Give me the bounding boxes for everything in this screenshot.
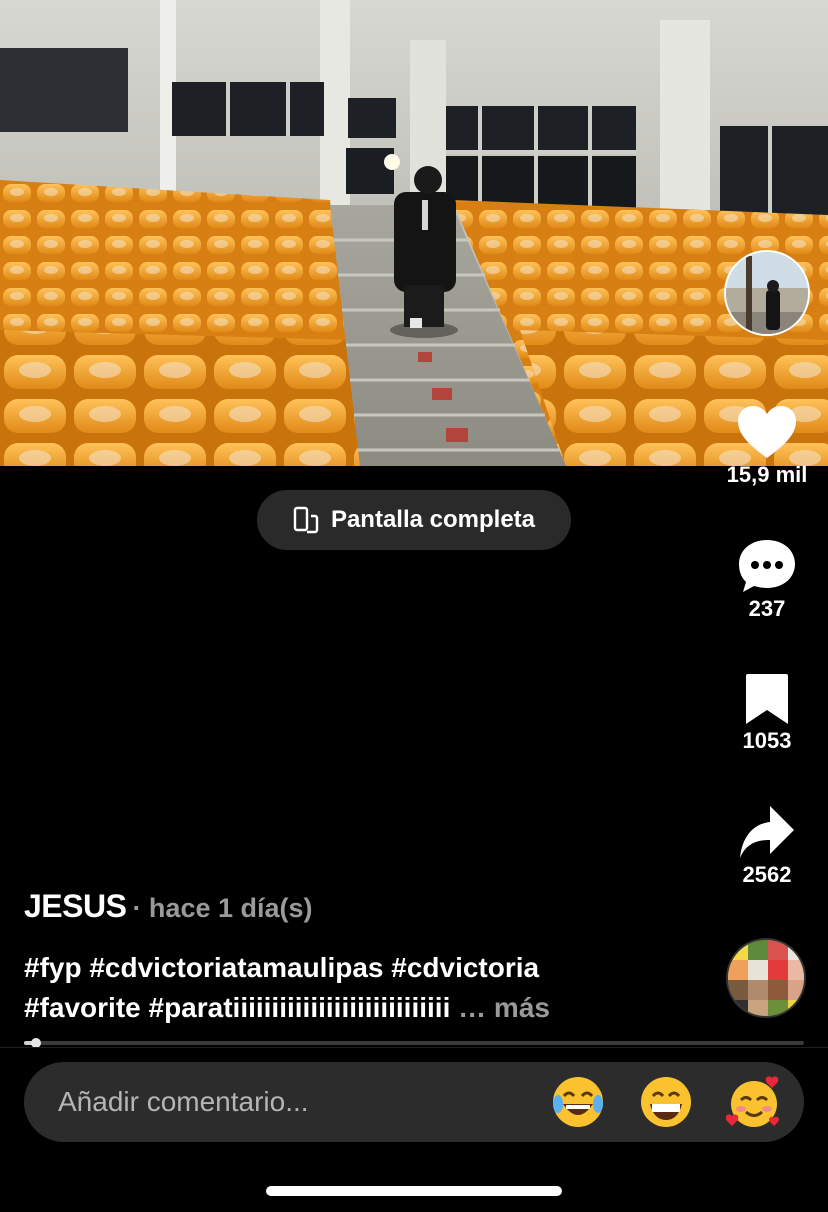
comment-bar xyxy=(24,1062,804,1142)
share-count: 2562 xyxy=(742,862,792,887)
caption-line-1: #fyp #cdvictoriatamaulipas #cdvictoria xyxy=(24,952,540,983)
laughing-tears-emoji[interactable] xyxy=(550,1074,606,1130)
creator-avatar[interactable] xyxy=(724,250,810,336)
author-row: JESUS · hace 1 día(s) xyxy=(24,888,313,925)
video-progress-bar[interactable] xyxy=(24,1038,804,1048)
share-button[interactable]: 2562 xyxy=(720,804,814,888)
music-disc-avatar[interactable] xyxy=(726,938,806,1018)
video-scene xyxy=(0,0,828,466)
save-count: 1053 xyxy=(742,728,792,753)
comment-input[interactable] xyxy=(58,1062,498,1142)
bookmark-icon xyxy=(746,674,788,724)
grinning-emoji[interactable] xyxy=(638,1074,694,1130)
pixelated-avatar xyxy=(728,940,804,1016)
fullscreen-label: Pantalla completa xyxy=(330,506,536,533)
post-time: · hace 1 día(s) xyxy=(132,893,313,923)
fullscreen-button[interactable]: Pantalla completa xyxy=(257,490,571,550)
smiling-hearts-emoji[interactable] xyxy=(726,1074,782,1130)
more-link[interactable]: … más xyxy=(458,992,550,1023)
author-name[interactable]: JESUS xyxy=(24,888,127,924)
like-count: 15,9 mil xyxy=(726,462,808,487)
caption[interactable]: #fyp #cdvictoriatamaulipas #cdvictoria #… xyxy=(24,948,684,1028)
comment-bubble-icon xyxy=(739,540,795,592)
video-frame[interactable] xyxy=(0,0,828,466)
caption-line-2-text: #favorite #paratiiiiiiiiiiiiiiiiiiiiiiii… xyxy=(24,992,451,1023)
share-arrow-icon xyxy=(740,806,794,858)
save-button[interactable]: 1053 xyxy=(720,672,814,754)
like-button[interactable]: 15,9 mil xyxy=(720,404,814,488)
divider xyxy=(0,1047,828,1048)
comment-count: 237 xyxy=(748,596,786,621)
caption-line-2: #favorite #paratiiiiiiiiiiiiiiiiiiiiiiii… xyxy=(24,988,684,1028)
heart-icon xyxy=(738,406,796,458)
rotate-phone-icon xyxy=(293,506,319,534)
avatar-photo xyxy=(726,252,808,334)
home-indicator[interactable] xyxy=(266,1186,562,1196)
comment-button[interactable]: 237 xyxy=(720,538,814,622)
